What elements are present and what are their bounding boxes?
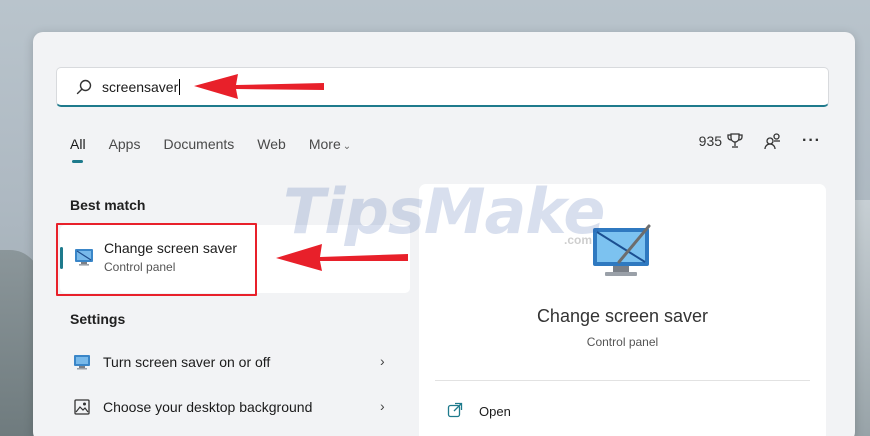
open-action[interactable]: Open (435, 398, 555, 422)
best-match-heading: Best match (70, 197, 146, 213)
account-switch-icon[interactable] (764, 132, 782, 150)
settings-item-label: Choose your desktop background (103, 399, 313, 415)
trophy-icon[interactable] (726, 132, 744, 150)
annotation-arrow-search (194, 74, 324, 99)
preview-subtitle: Control panel (586, 335, 659, 349)
search-input[interactable]: screensaver (102, 79, 181, 95)
search-icon (76, 79, 92, 95)
settings-heading: Settings (70, 311, 126, 327)
tab-web[interactable]: Web (257, 136, 286, 166)
watermark-suffix: .com (564, 233, 593, 247)
settings-item-screensaver[interactable]: Turn screen saver on or off › (60, 343, 395, 381)
tab-all[interactable]: All (70, 136, 86, 166)
tab-apps[interactable]: Apps (109, 136, 141, 166)
picture-icon (74, 399, 90, 415)
rewards-points: 935 (698, 133, 723, 149)
search-box[interactable]: screensaver (56, 67, 829, 107)
settings-item-desktop-background[interactable]: Choose your desktop background › (60, 388, 395, 426)
annotation-highlight-box (56, 223, 257, 296)
more-options-icon[interactable]: ··· (802, 132, 821, 150)
filter-tabs: All Apps Documents Web More ⌄ (70, 136, 374, 166)
settings-item-label: Turn screen saver on or off (103, 354, 271, 370)
divider (435, 380, 810, 381)
chevron-down-icon: ⌄ (342, 141, 352, 152)
screensaver-icon (74, 355, 90, 370)
tab-more-label: More (308, 136, 341, 152)
watermark-logo: TipsMake (283, 175, 605, 248)
tab-documents[interactable]: Documents (163, 136, 234, 166)
annotation-arrow-best-match (276, 244, 408, 271)
chevron-right-icon: › (380, 353, 385, 369)
open-label: Open (479, 404, 511, 419)
text-caret (179, 79, 181, 95)
preview-title: Change screen saver (536, 306, 709, 326)
tab-more[interactable]: More ⌄ (309, 136, 351, 166)
chevron-right-icon: › (380, 398, 385, 414)
header-actions: 935 ··· (699, 132, 821, 150)
open-external-icon (447, 402, 463, 418)
